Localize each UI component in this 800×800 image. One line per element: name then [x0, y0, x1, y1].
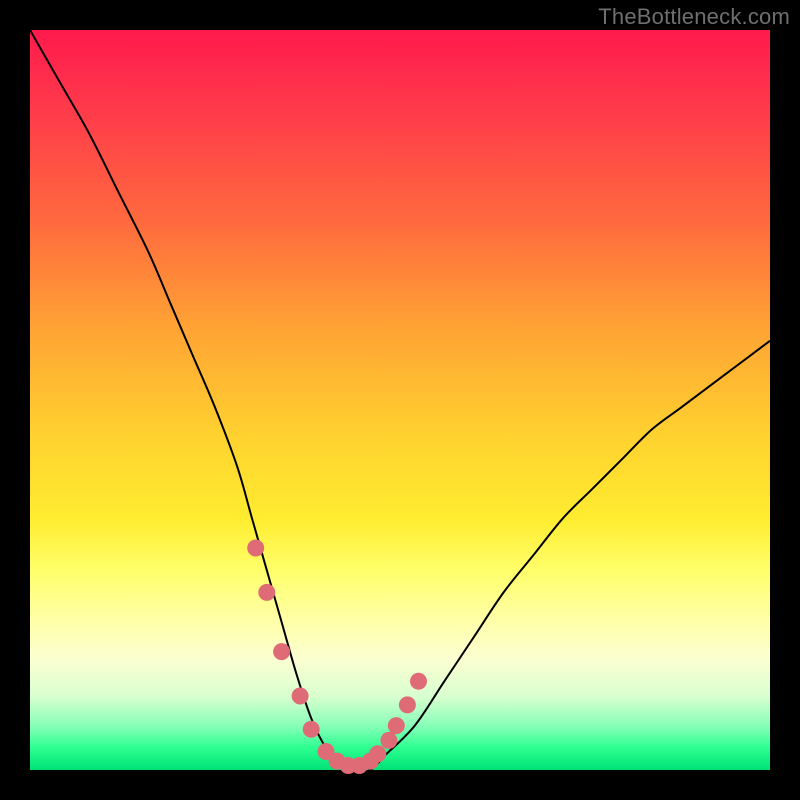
chart-frame: TheBottleneck.com: [0, 0, 800, 800]
marker-point: [369, 745, 386, 762]
watermark-text: TheBottleneck.com: [598, 4, 790, 30]
marker-point: [258, 584, 275, 601]
marker-point: [388, 717, 405, 734]
marker-point: [292, 688, 309, 705]
marker-point: [380, 732, 397, 749]
marker-point: [273, 643, 290, 660]
marker-point: [303, 721, 320, 738]
marker-point: [410, 673, 427, 690]
curve-svg: [30, 30, 770, 770]
marker-group: [247, 540, 427, 775]
marker-point: [399, 696, 416, 713]
plot-area: [30, 30, 770, 770]
marker-point: [247, 540, 264, 557]
bottleneck-curve-path: [30, 30, 770, 771]
